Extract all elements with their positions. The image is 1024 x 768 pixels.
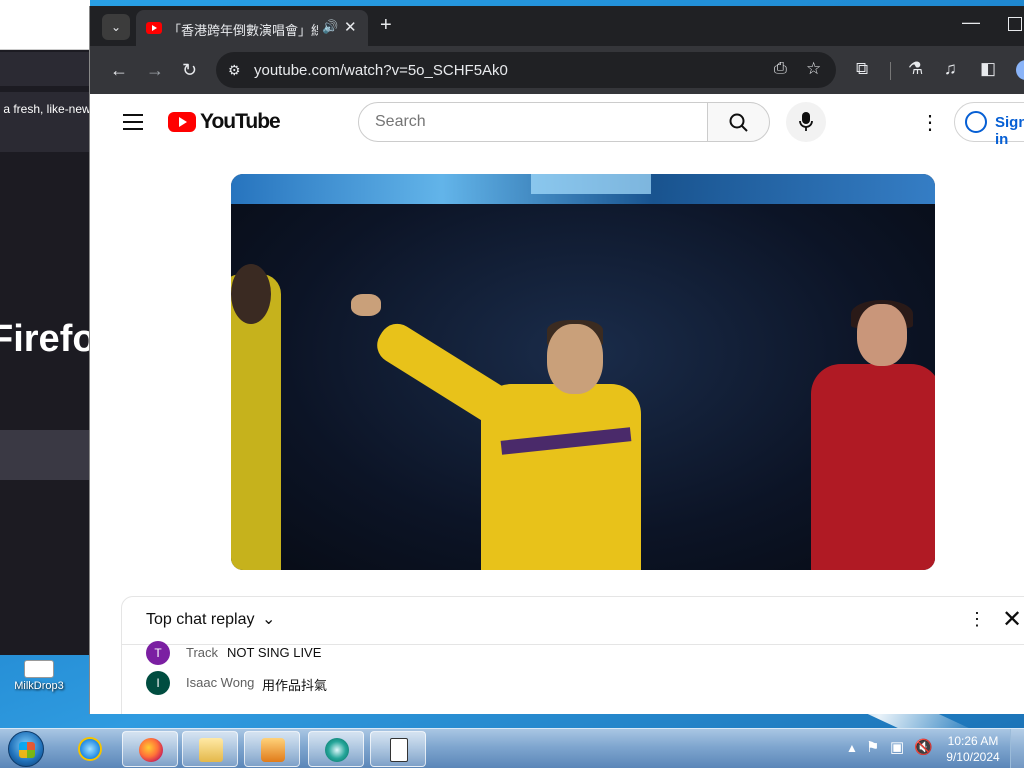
search-icon — [729, 113, 748, 132]
browser-tab-active[interactable]: 「香港跨年倒數演唱會」線上 🔊 ✕ — [136, 10, 368, 46]
network-icon[interactable]: ▣ — [890, 738, 904, 756]
background-window-top — [0, 0, 90, 50]
chat-author[interactable]: Track — [186, 645, 218, 660]
internet-explorer-icon — [78, 737, 102, 761]
chat-text: 用作品抖氣 — [262, 678, 328, 693]
voice-search-button[interactable] — [786, 102, 826, 142]
labs-flask-icon[interactable]: ⚗ — [908, 59, 923, 79]
youtube-play-icon — [168, 112, 196, 132]
search-field[interactable] — [358, 102, 708, 142]
folder-icon — [199, 738, 223, 762]
avatar: I — [146, 671, 170, 695]
taskbar-app-windows-explorer[interactable] — [182, 731, 238, 767]
minimize-button[interactable]: — — [962, 12, 980, 33]
settings-kebab-icon[interactable]: ⋮ — [920, 110, 940, 135]
youtube-page: YouTube ⋮ Sign in — [90, 94, 1024, 714]
video-player[interactable] — [231, 174, 935, 570]
search-input[interactable] — [375, 113, 695, 131]
start-button[interactable] — [8, 731, 44, 767]
install-app-icon[interactable]: ⎙ — [774, 60, 787, 78]
performer-left — [231, 264, 281, 570]
search-button[interactable] — [707, 102, 770, 142]
chat-header: Top chat replay ⌄ ⋮ ✕ — [122, 597, 1024, 645]
stage-beam — [531, 174, 651, 194]
taskbar-app-notepad[interactable] — [370, 731, 426, 767]
account-icon — [965, 111, 987, 133]
notepad-icon — [390, 738, 408, 762]
menu-icon[interactable] — [123, 114, 143, 135]
sign-in-label: Sign in — [995, 114, 1024, 148]
tab-strip: ⌄ 「香港跨年倒數演唱會」線上 🔊 ✕ + — — [90, 6, 1024, 46]
profile-avatar[interactable] — [1016, 60, 1024, 80]
clock[interactable]: 10:26 AM 9/10/2024 — [940, 733, 1006, 765]
clock-time: 10:26 AM — [947, 734, 999, 748]
performer-hand — [351, 294, 381, 316]
chat-text: NOT SING LIVE — [227, 645, 322, 660]
youtube-favicon-icon — [146, 22, 162, 34]
speaker-icon[interactable]: 🔊 — [322, 19, 338, 35]
desktop-icon-label: MilkDrop3 — [14, 680, 64, 692]
background-firefox-window[interactable]: r a fresh, like-new Firefo — [0, 0, 90, 655]
sign-in-button[interactable]: Sign in — [954, 102, 1024, 148]
taskbar-app-internet-explorer[interactable] — [62, 731, 118, 767]
windows-logo-icon — [19, 742, 35, 758]
background-promo-text: r a fresh, like-new — [0, 92, 90, 152]
chevron-down-icon[interactable]: ⌄ — [262, 609, 275, 629]
show-desktop-button[interactable] — [1010, 729, 1024, 768]
reload-icon[interactable]: ↻ — [182, 60, 197, 81]
background-window-toolbar — [0, 52, 90, 86]
volume-muted-icon[interactable]: 🔇 — [914, 738, 933, 756]
extensions-icon[interactable]: ⧉ — [856, 59, 868, 79]
chrome-window: ⌄ 「香港跨年倒數演唱會」線上 🔊 ✕ + — ← → ↻ ⚙ youtube.… — [89, 6, 1024, 714]
media-controls-icon[interactable]: ♫ — [944, 59, 957, 79]
tab-search-button[interactable]: ⌄ — [102, 14, 130, 40]
system-tray: ▲ ⚑ ▣ 🔇 — [842, 735, 942, 763]
live-chat-panel: Top chat replay ⌄ ⋮ ✕ T Track NOT SING L… — [121, 596, 1024, 714]
address-bar[interactable]: ⚙ youtube.com/watch?v=5o_SCHF5Ak0 ⎙ ☆ — [216, 52, 836, 88]
side-panel-icon[interactable]: ◧ — [980, 59, 996, 79]
chat-kebab-icon[interactable]: ⋮ — [968, 609, 986, 630]
firefox-icon — [139, 738, 163, 762]
new-tab-button[interactable]: + — [380, 14, 392, 37]
clock-date: 9/10/2024 — [946, 750, 1000, 764]
action-center-flag-icon[interactable]: ⚑ — [866, 738, 879, 756]
chat-close-icon[interactable]: ✕ — [1002, 605, 1022, 634]
taskbar-app-media-player[interactable] — [244, 731, 300, 767]
youtube-logo-text: YouTube — [200, 110, 281, 133]
background-firefox-heading: Firefo — [0, 318, 90, 360]
chat-author[interactable]: Isaac Wong — [186, 675, 254, 690]
toolbar-separator — [890, 62, 891, 80]
taskbar-app-chrome[interactable] — [308, 731, 364, 767]
microphone-icon — [799, 112, 813, 131]
maximize-button[interactable] — [1008, 17, 1022, 31]
tab-title: 「香港跨年倒數演唱會」線上 — [168, 23, 318, 38]
background-window-band — [0, 430, 90, 480]
show-hidden-icons-icon[interactable]: ▲ — [846, 741, 858, 755]
desktop-icon-milkdrop[interactable]: MilkDrop3 — [6, 660, 72, 692]
chat-mode-selector[interactable]: Top chat replay — [146, 611, 255, 629]
taskbar-app-firefox[interactable] — [122, 731, 178, 767]
forward-icon[interactable]: → — [146, 60, 164, 81]
taskbar: ▲ ⚑ ▣ 🔇 10:26 AM 9/10/2024 — [0, 728, 1024, 768]
site-info-icon[interactable]: ⚙ — [228, 62, 241, 79]
media-player-icon — [261, 738, 285, 762]
back-icon[interactable]: ← — [110, 60, 128, 81]
chrome-icon — [325, 738, 349, 762]
bookmark-star-icon[interactable]: ☆ — [806, 59, 821, 79]
performer-center — [481, 320, 641, 570]
milkdrop-icon — [24, 660, 54, 678]
avatar: T — [146, 641, 170, 665]
performer-right — [811, 300, 935, 570]
tab-close-icon[interactable]: ✕ — [344, 18, 357, 36]
browser-toolbar: ← → ↻ ⚙ youtube.com/watch?v=5o_SCHF5Ak0 … — [90, 46, 1024, 94]
url-text: youtube.com/watch?v=5o_SCHF5Ak0 — [254, 62, 508, 79]
